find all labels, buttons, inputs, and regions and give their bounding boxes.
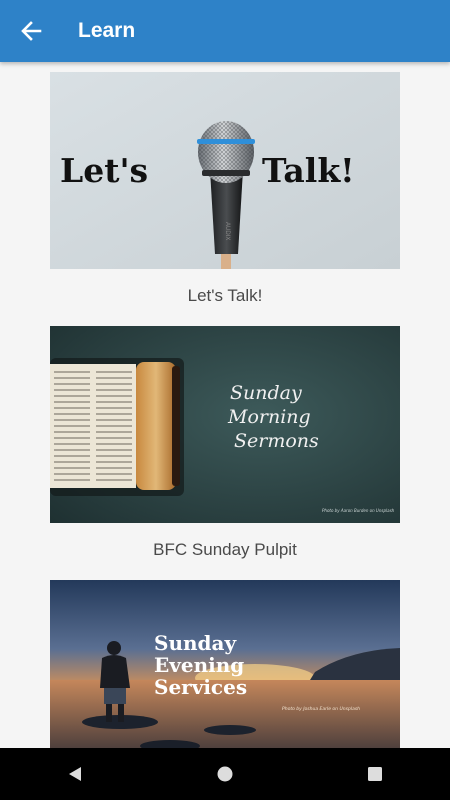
nav-back-button[interactable] xyxy=(45,748,105,800)
nav-recents-button[interactable] xyxy=(345,748,405,800)
sunday-evening-line-3: Services xyxy=(154,675,247,699)
photo-credit: Photo by Aaron Burden on Unsplash xyxy=(322,508,395,513)
photo-credit: Photo by Joshua Earle on Unsplash xyxy=(282,706,360,712)
list-item-sunday-pulpit[interactable]: Sunday Morning Sermons Photo by Aaron Bu… xyxy=(50,326,400,560)
sunday-morning-line-2: Morning xyxy=(227,406,311,428)
sunday-morning-image[interactable]: Sunday Morning Sermons Photo by Aaron Bu… xyxy=(50,326,400,523)
sunday-morning-line-1: Sunday xyxy=(230,382,302,404)
lets-talk-image[interactable]: AUDIX Let's Talk! xyxy=(50,72,400,269)
sunday-evening-image[interactable]: Sunday Evening Services Photo by Joshua … xyxy=(50,580,400,748)
nav-home-button[interactable] xyxy=(195,748,255,800)
circle-home-icon xyxy=(217,766,233,782)
lets-talk-caption[interactable]: Let's Talk! xyxy=(50,286,400,306)
sunday-evening-line-1: Sunday xyxy=(154,631,237,655)
page-title: Learn xyxy=(78,19,136,42)
sunday-pulpit-caption[interactable]: BFC Sunday Pulpit xyxy=(50,540,400,560)
lets-talk-right-text: Talk! xyxy=(262,151,355,190)
square-recents-icon xyxy=(368,767,382,781)
sunday-evening-line-2: Evening xyxy=(154,653,244,677)
app-bar: Learn xyxy=(0,0,450,62)
svg-text:AUDIX: AUDIX xyxy=(224,222,230,240)
arrow-left-icon xyxy=(21,21,42,41)
back-button[interactable] xyxy=(0,0,62,62)
sunday-morning-line-3: Sermons xyxy=(234,430,319,452)
system-nav-bar xyxy=(0,748,450,800)
content-list[interactable]: AUDIX Let's Talk! Let's Talk! Sunday Mor… xyxy=(0,62,450,748)
list-item-sunday-evening[interactable]: Sunday Evening Services Photo by Joshua … xyxy=(50,580,400,748)
triangle-back-icon xyxy=(69,767,81,781)
list-item-lets-talk[interactable]: AUDIX Let's Talk! Let's Talk! xyxy=(50,72,400,306)
lets-talk-left-text: Let's xyxy=(60,151,148,190)
